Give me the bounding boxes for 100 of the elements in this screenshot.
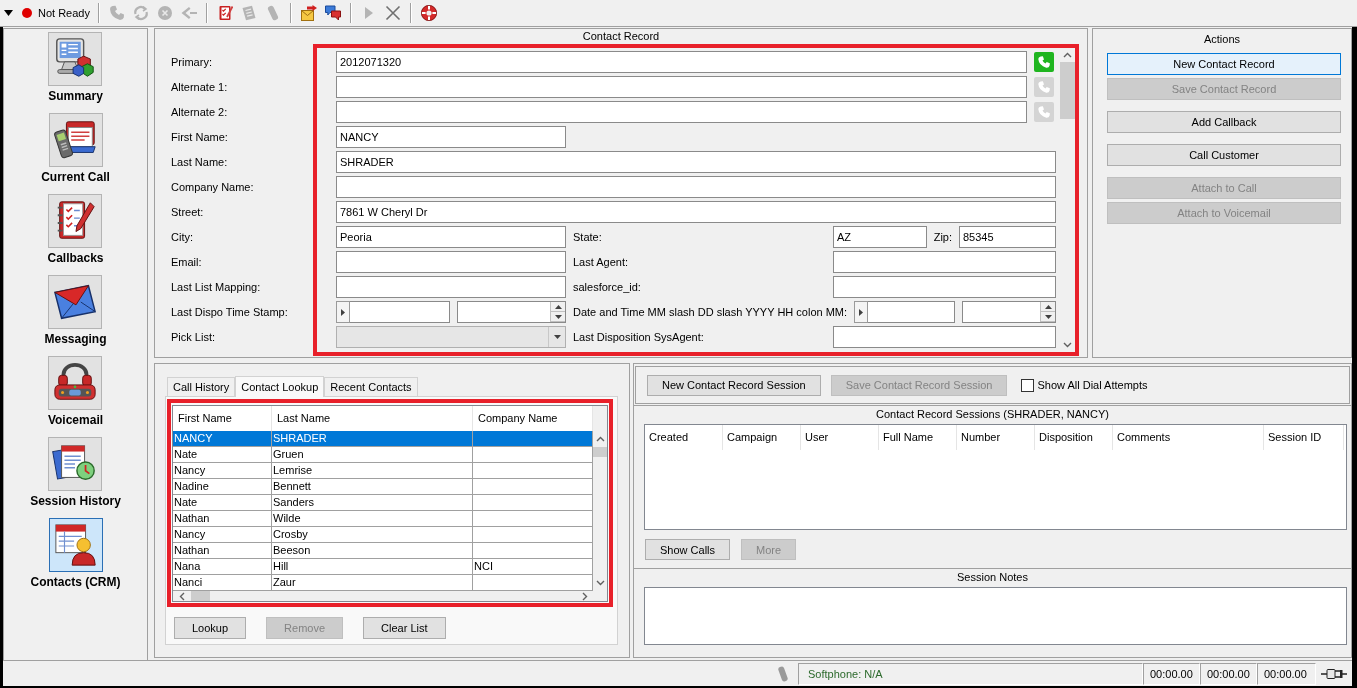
chevron-right-icon[interactable]	[582, 591, 588, 601]
input-field[interactable]: 2012071320	[336, 51, 1027, 73]
chevron-up-icon[interactable]	[1063, 52, 1072, 58]
lifebuoy-icon[interactable]	[421, 5, 437, 21]
tab[interactable]: Recent Contacts	[324, 377, 418, 396]
table-row[interactable]: Nana Hill NCI	[173, 559, 593, 575]
field-label: First Name:	[171, 130, 229, 145]
timer: 00:00.00	[1257, 663, 1316, 685]
timer: 00:00.00	[1143, 663, 1200, 685]
table-row[interactable]: Nanci Zaur	[173, 575, 593, 591]
chevron-down-icon[interactable]	[1063, 342, 1072, 348]
phone-icon	[1038, 81, 1050, 93]
date-field[interactable]	[868, 301, 955, 323]
time-field[interactable]	[456, 301, 566, 323]
table-row[interactable]: NANCY SHRADER	[173, 431, 593, 447]
caret-right-icon[interactable]	[341, 308, 345, 316]
action-button[interactable]: Call Customer	[1107, 144, 1341, 166]
sidebar-item[interactable]: Voicemail	[47, 356, 104, 427]
table-row[interactable]: Nate Gruen	[173, 447, 593, 463]
checkbox[interactable]	[1021, 378, 1035, 392]
input-field[interactable]	[336, 251, 566, 273]
field-label: Alternate 1:	[171, 80, 229, 95]
input-field[interactable]: NANCY	[336, 126, 566, 148]
input-field[interactable]: SHRADER	[336, 151, 1056, 173]
chat-icon[interactable]	[325, 5, 341, 21]
notes-field[interactable]	[644, 587, 1347, 645]
input-field[interactable]: 7861 W Cheryl Dr	[336, 201, 1056, 223]
caret-up-icon[interactable]	[1044, 304, 1052, 309]
table-row[interactable]: Nancy Crosby	[173, 527, 593, 543]
input-field[interactable]	[336, 176, 1056, 198]
button[interactable]: Show Calls	[645, 539, 731, 560]
chevron-down-icon[interactable]	[595, 580, 605, 586]
field-label: Company Name:	[171, 180, 255, 195]
close-icon[interactable]	[385, 5, 401, 21]
dial-button[interactable]	[1034, 52, 1054, 72]
sidebar-item[interactable]: Contacts (CRM)	[30, 518, 121, 589]
caret-down-icon[interactable]	[554, 314, 562, 319]
date-field[interactable]	[350, 301, 450, 323]
table-row[interactable]: Nancy Lemrise	[173, 463, 593, 479]
spin-buttons[interactable]	[1040, 302, 1055, 322]
time-field[interactable]	[961, 301, 1056, 323]
field-label: Last Name:	[171, 155, 229, 170]
input-field[interactable]	[336, 276, 566, 298]
field-label: salesforce_id:	[573, 280, 642, 295]
input-field[interactable]	[833, 326, 1056, 348]
horizontal-scrollbar[interactable]	[173, 591, 607, 601]
field-label: Last Dispo Time Stamp:	[171, 305, 289, 320]
input-field[interactable]	[336, 76, 1027, 98]
tab[interactable]: Call History	[167, 377, 236, 396]
input-field[interactable]	[833, 276, 1056, 298]
input-field[interactable]: 85345	[959, 226, 1056, 248]
field-label: Street:	[171, 205, 205, 220]
caret-up-icon[interactable]	[554, 304, 562, 309]
sidebar-item[interactable]: Current Call	[41, 113, 110, 184]
status-label[interactable]: Not Ready	[38, 7, 90, 19]
scroll-thumb[interactable]	[1060, 62, 1075, 119]
action-button[interactable]: Add Callback	[1107, 111, 1341, 133]
field-label: Last Agent:	[573, 255, 630, 270]
checkbox-label[interactable]: Show All Dial Attempts	[1037, 379, 1148, 391]
sidebar-item[interactable]: Messaging	[44, 275, 107, 346]
action-button[interactable]: New Contact Record	[1107, 53, 1341, 75]
input-field[interactable]	[833, 251, 1056, 273]
button[interactable]: New Contact Record Session	[647, 374, 821, 396]
field-label: Primary:	[171, 55, 213, 70]
field-label: City:	[171, 230, 194, 245]
sidebar-item[interactable]: Callbacks	[47, 194, 104, 265]
table-row[interactable]: Nathan Beeson	[173, 543, 593, 559]
field-label: Zip:	[933, 230, 952, 245]
field-label: Last Disposition SysAgent:	[573, 330, 705, 345]
section-title: Session Notes	[956, 570, 1029, 585]
tab[interactable]: Contact Lookup	[235, 376, 325, 397]
phone-icon	[1038, 106, 1050, 118]
softphone-status: Softphone: N/A	[798, 663, 1143, 685]
input-field[interactable]: Peoria	[336, 226, 566, 248]
chevron-left-icon[interactable]	[179, 591, 185, 601]
scroll-thumb[interactable]	[593, 447, 607, 457]
sidebar-item[interactable]: Session History	[30, 437, 121, 508]
table-row[interactable]: Nate Sanders	[173, 495, 593, 511]
table-row[interactable]: Nathan Wilde	[173, 511, 593, 527]
button[interactable]: Clear List	[363, 617, 446, 639]
field-label: Last List Mapping:	[171, 280, 262, 295]
toggle-button[interactable]	[336, 301, 350, 323]
envelope-icon[interactable]	[301, 5, 317, 21]
input-field[interactable]: AZ	[833, 226, 927, 248]
caret-down-icon[interactable]	[1044, 314, 1052, 319]
field-label: State:	[573, 230, 603, 245]
chevron-up-icon[interactable]	[595, 436, 605, 442]
section-title: Contact Record	[581, 29, 661, 44]
caret-down-icon[interactable]	[4, 10, 13, 16]
scroll-thumb[interactable]	[191, 591, 210, 601]
button[interactable]: Lookup	[174, 617, 247, 639]
toggle-button[interactable]	[854, 301, 869, 323]
field-label: Email:	[171, 255, 203, 270]
field-label: Alternate 2:	[171, 105, 229, 120]
table-row[interactable]: Nadine Bennett	[173, 479, 593, 495]
input-field[interactable]	[336, 101, 1027, 123]
notebook-icon[interactable]	[217, 5, 233, 21]
spin-buttons[interactable]	[550, 302, 565, 322]
sidebar-item[interactable]: Summary	[48, 32, 103, 103]
caret-right-icon[interactable]	[859, 308, 864, 316]
